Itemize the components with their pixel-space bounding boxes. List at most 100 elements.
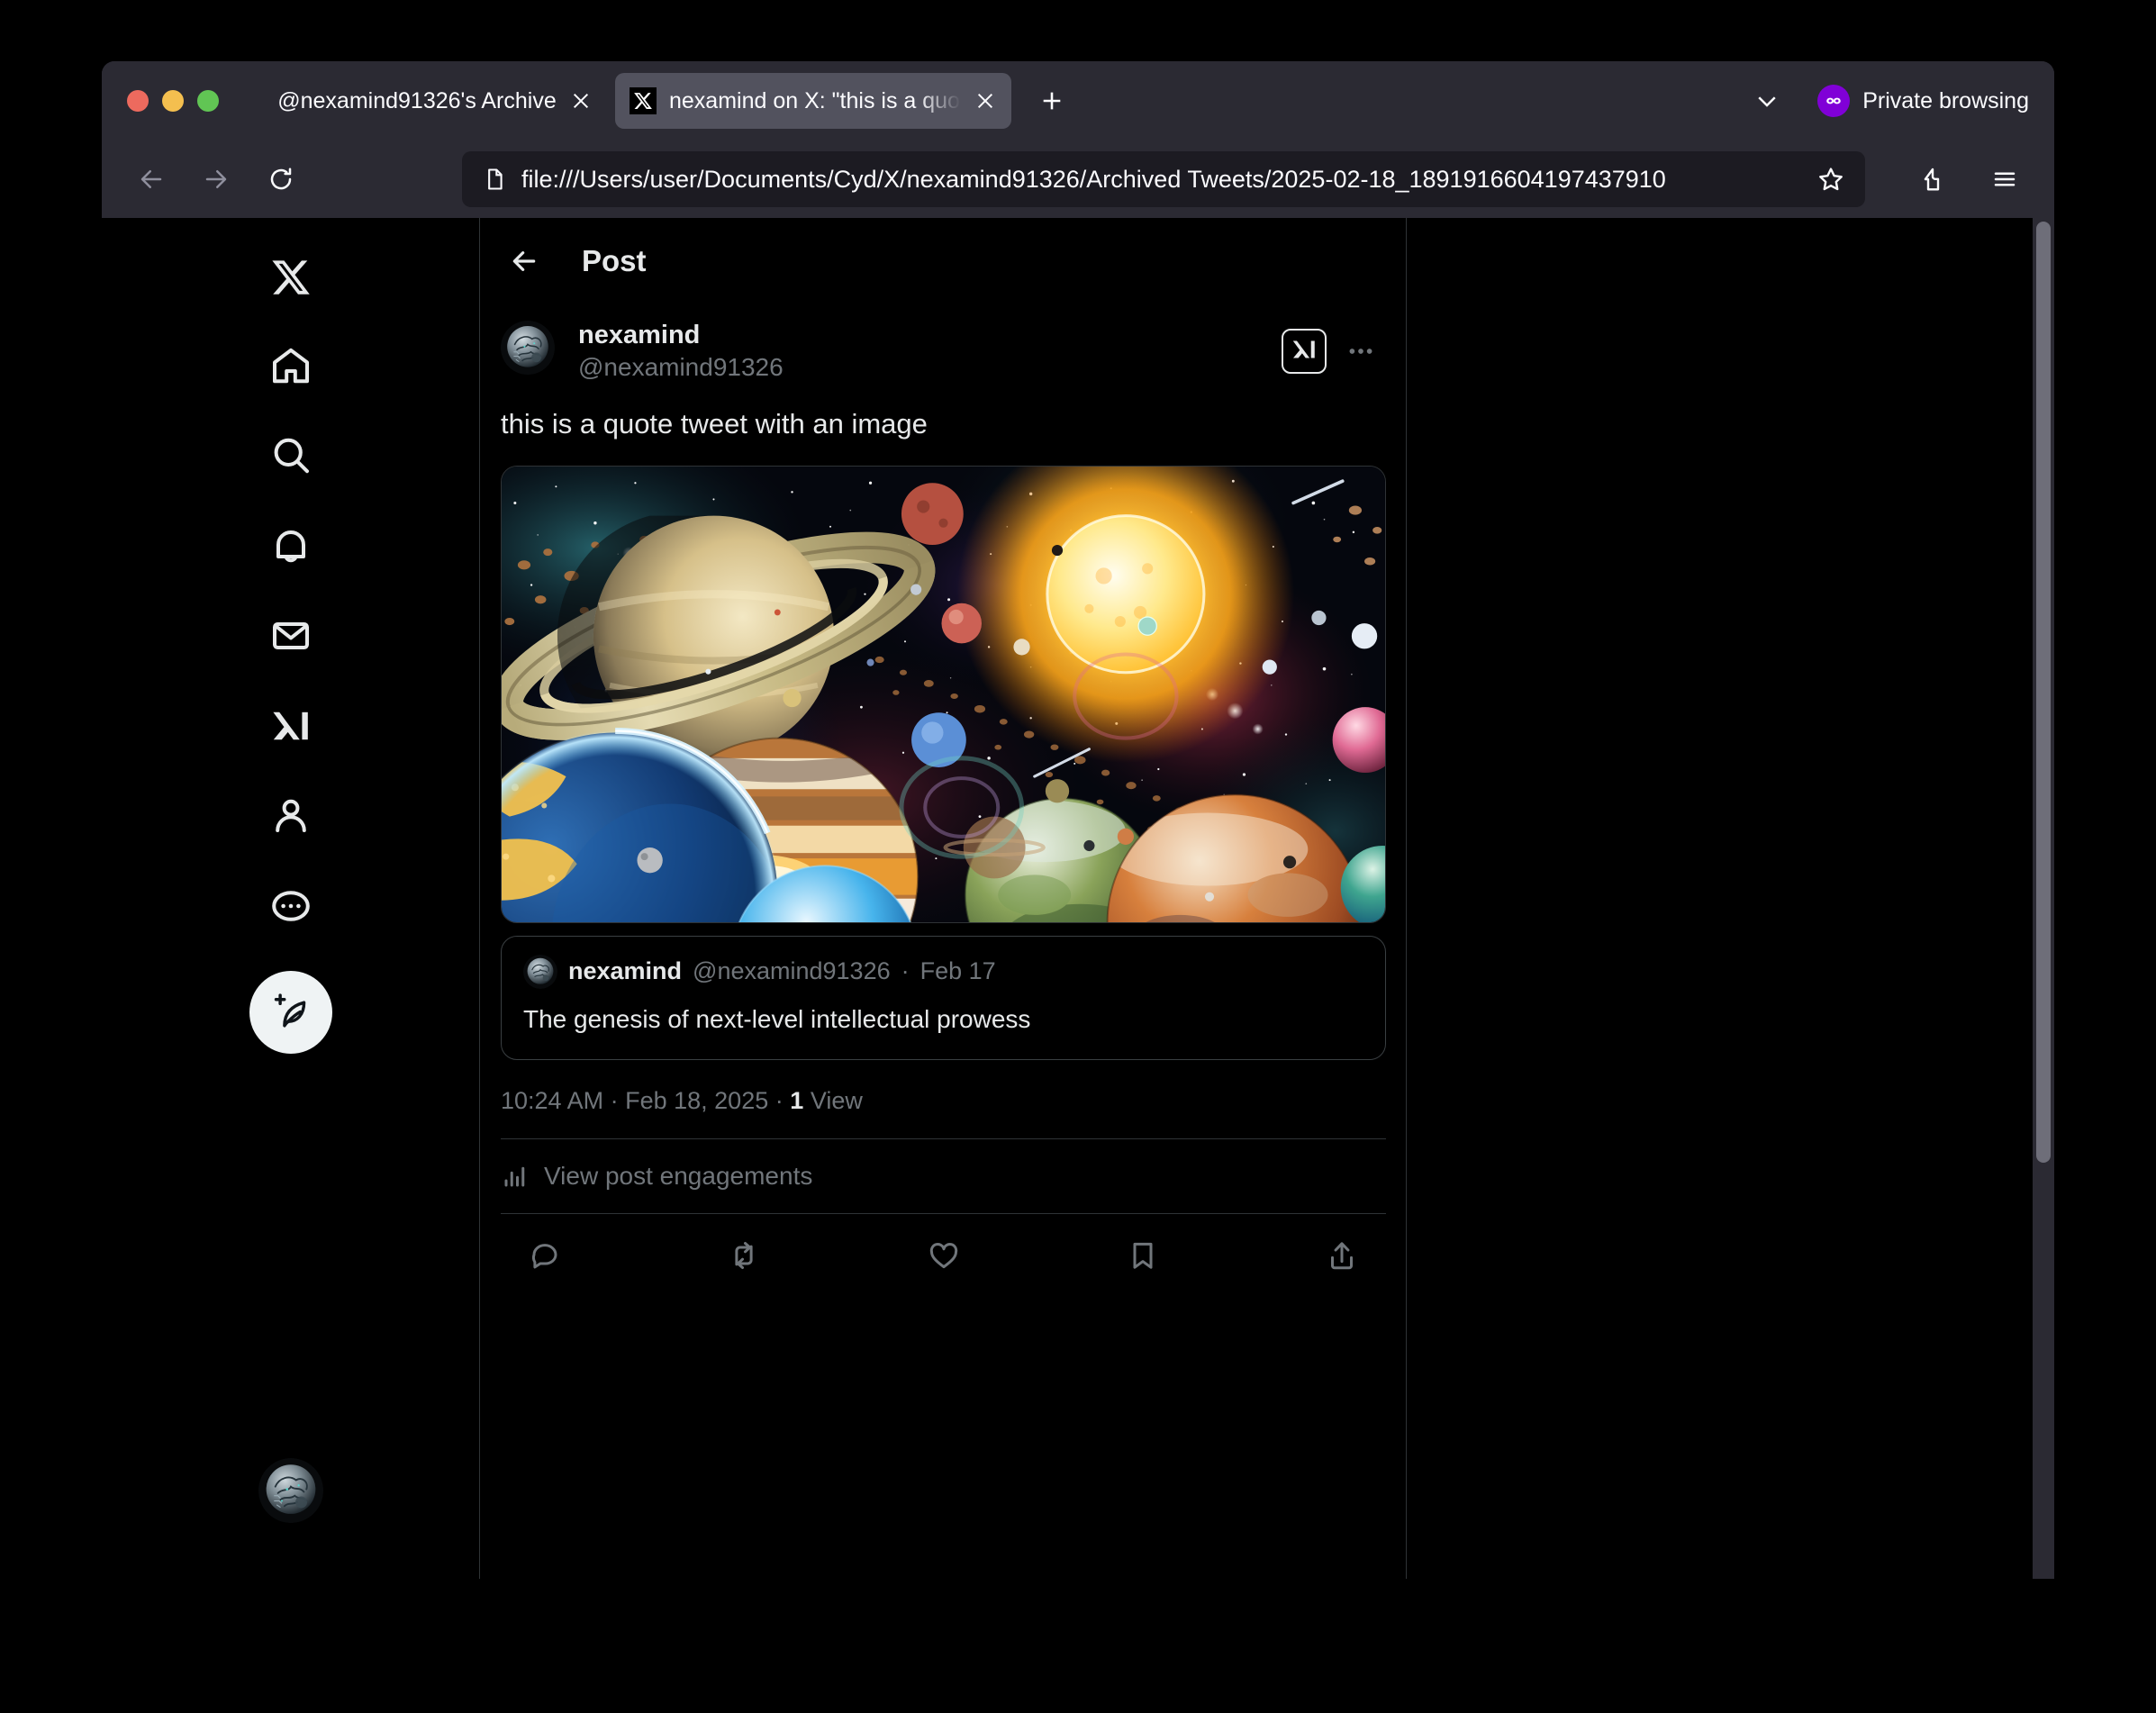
repost-button[interactable]: [720, 1233, 768, 1282]
page-scrollbar[interactable]: [2033, 218, 2054, 1579]
star-icon[interactable]: [1809, 158, 1853, 201]
minimize-window-button[interactable]: [162, 90, 184, 112]
share-icon: [1326, 1239, 1358, 1276]
extension-icon[interactable]: [1907, 153, 1959, 205]
brain-avatar-icon: [523, 955, 557, 989]
tweet-timestamp-row: 10:24 AM · Feb 18, 2025 · 1 View: [501, 1087, 1386, 1115]
author-names: nexamind @nexamind91326: [578, 321, 784, 383]
quoted-tweet-text: The genesis of next-level intellectual p…: [523, 1003, 1363, 1036]
bell-icon: [269, 524, 313, 572]
repost-icon: [728, 1239, 760, 1276]
space-art-image: [502, 467, 1385, 922]
account-avatar[interactable]: [258, 1458, 323, 1523]
close-icon[interactable]: [970, 86, 1001, 116]
sidebar-item-explore[interactable]: [251, 418, 331, 497]
tabstrip-right-controls: Private browsing: [1747, 61, 2029, 140]
hamburger-menu-icon[interactable]: [1979, 153, 2031, 205]
author-handle[interactable]: @nexamind91326: [578, 353, 784, 382]
post-header: Post: [481, 218, 1406, 304]
sidebar-item-messages[interactable]: [251, 598, 331, 677]
home-icon: [269, 344, 313, 392]
xai-grok-icon: [1291, 336, 1318, 367]
main-content-column: Post: [481, 218, 1407, 1579]
search-icon: [269, 434, 313, 482]
views-label: View: [811, 1087, 863, 1114]
scrollbar-thumb[interactable]: [2036, 222, 2051, 1163]
view-post-engagements-link[interactable]: View post engagements: [501, 1139, 1386, 1213]
x-logo-icon[interactable]: [251, 238, 331, 317]
navigation-toolbar: file:///Users/user/Documents/Cyd/X/nexam…: [102, 140, 2054, 218]
back-arrow-icon[interactable]: [495, 232, 553, 290]
quoted-tweet[interactable]: nexamind @nexamind91326 · Feb 17 The gen…: [501, 936, 1386, 1060]
quoted-author-name: nexamind: [568, 957, 682, 985]
private-mask-icon: [1817, 85, 1850, 117]
document-icon: [482, 167, 507, 192]
private-browsing-badge: Private browsing: [1817, 85, 2029, 117]
reply-button[interactable]: [521, 1233, 569, 1282]
chevron-down-icon[interactable]: [1747, 81, 1787, 121]
toolbar-right-controls: [1907, 153, 2031, 205]
brain-avatar-icon: [258, 1458, 323, 1523]
sidebar-item-profile[interactable]: [251, 778, 331, 857]
sidebar-item-grok[interactable]: [251, 688, 331, 767]
xai-grok-icon: [269, 704, 313, 752]
back-arrow-icon[interactable]: [125, 153, 177, 205]
quoted-tweet-header: nexamind @nexamind91326 · Feb 17: [523, 955, 1363, 989]
compose-post-button[interactable]: [249, 971, 332, 1054]
bar-chart-icon: [501, 1162, 530, 1191]
compose-feather-icon: [270, 990, 312, 1036]
reload-icon[interactable]: [255, 153, 307, 205]
tab-title: @nexamind91326's Archive: [277, 88, 557, 114]
browser-tab-archive[interactable]: @nexamind91326's Archive: [255, 73, 615, 129]
engagements-label: View post engagements: [544, 1162, 812, 1191]
page-viewport: Post: [102, 218, 2054, 1579]
comment-icon: [529, 1239, 561, 1276]
more-circle-icon: [269, 884, 313, 932]
timestamp-time: 10:24 AM: [501, 1087, 603, 1114]
brain-avatar-icon: [501, 321, 555, 375]
url-address-bar[interactable]: file:///Users/user/Documents/Cyd/X/nexam…: [462, 151, 1865, 207]
x-sidebar: [102, 218, 480, 1579]
maximize-window-button[interactable]: [197, 90, 219, 112]
tweet-text: this is a quote tweet with an image: [501, 406, 1386, 442]
forward-arrow-icon[interactable]: [190, 153, 242, 205]
browser-window: @nexamind91326's Archive nexamind on X: …: [102, 61, 2054, 1579]
tab-title: nexamind on X: "this is a quote t: [669, 88, 961, 114]
close-icon[interactable]: [566, 86, 596, 116]
sidebar-item-home[interactable]: [251, 328, 331, 407]
close-window-button[interactable]: [127, 90, 149, 112]
tab-strip: @nexamind91326's Archive nexamind on X: …: [102, 61, 2054, 140]
like-button[interactable]: [919, 1233, 968, 1282]
quoted-author-handle: @nexamind91326: [693, 957, 891, 985]
bookmark-icon: [1127, 1239, 1159, 1276]
mail-icon: [269, 614, 313, 662]
author-actions: [1282, 321, 1386, 376]
sidebar-item-more[interactable]: [251, 868, 331, 947]
author-display-name[interactable]: nexamind: [578, 321, 784, 350]
tweet-body: nexamind @nexamind91326: [481, 304, 1406, 1286]
heart-icon: [928, 1239, 960, 1276]
window-traffic-lights: [127, 90, 219, 112]
timestamp-separator: ·: [611, 1087, 619, 1114]
views-count: 1: [790, 1087, 803, 1114]
tweet-media-image[interactable]: [501, 466, 1386, 923]
private-browsing-label: Private browsing: [1862, 88, 2029, 114]
browser-tab-post[interactable]: nexamind on X: "this is a quote t: [615, 73, 1011, 129]
tweet-author-row: nexamind @nexamind91326: [501, 304, 1386, 383]
bookmark-button[interactable]: [1119, 1233, 1167, 1282]
quoted-separator: ·: [901, 957, 910, 985]
person-icon: [269, 794, 313, 842]
timestamp-date: Feb 18, 2025: [625, 1087, 768, 1114]
new-tab-button[interactable]: [1028, 77, 1076, 125]
timestamp-separator-2: ·: [775, 1087, 784, 1114]
sidebar-item-notifications[interactable]: [251, 508, 331, 587]
x-logo-icon: [630, 87, 657, 114]
url-text: file:///Users/user/Documents/Cyd/X/nexam…: [521, 166, 1809, 194]
avatar: [523, 955, 557, 989]
share-button[interactable]: [1318, 1233, 1366, 1282]
avatar[interactable]: [501, 321, 555, 375]
grok-actions-button[interactable]: [1282, 329, 1327, 374]
more-horizontal-icon[interactable]: [1336, 326, 1386, 376]
quoted-date: Feb 17: [920, 957, 996, 985]
tweet-action-bar: [501, 1214, 1386, 1286]
